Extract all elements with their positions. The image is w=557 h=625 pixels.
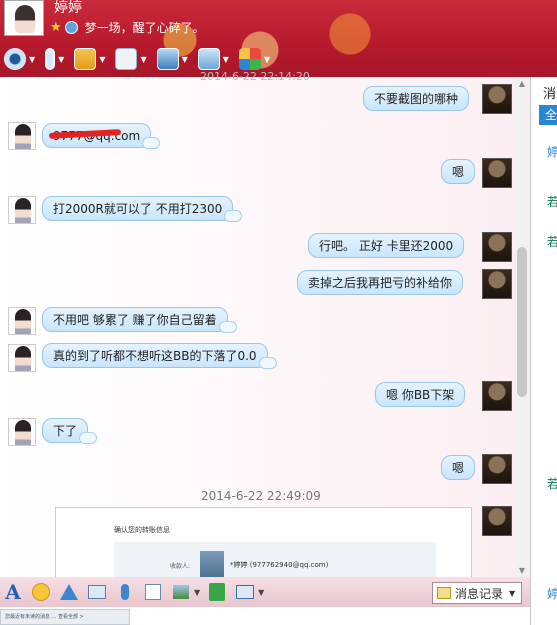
- smiley-icon: [32, 583, 50, 601]
- chevron-down-icon[interactable]: ▼: [140, 55, 146, 64]
- avatar[interactable]: [482, 158, 512, 188]
- contact-nickname[interactable]: 婷婷: [54, 0, 82, 17]
- qq-status-icon: [64, 21, 78, 34]
- chat-scrollbar[interactable]: ▲ ▼: [514, 77, 530, 577]
- pencil-icon: [145, 584, 161, 600]
- sidebar-item[interactable]: 婷: [547, 143, 557, 160]
- chevron-down-icon[interactable]: ▼: [223, 55, 229, 64]
- input-preview-thumbnail: 您最近有未读的消息 ... 查看全部 >: [0, 609, 130, 625]
- message-bubble: 打2000R就可以了 不用打2300: [42, 196, 243, 222]
- scroll-down-icon[interactable]: ▼: [517, 566, 527, 575]
- screenshot-icon: [236, 585, 255, 599]
- red-packet-button[interactable]: [206, 581, 228, 603]
- create-group-button[interactable]: ▼: [115, 46, 147, 72]
- message-bubble: 嗯: [441, 159, 476, 184]
- avatar[interactable]: [8, 418, 36, 446]
- message-bubble: 行吧。 正好 卡里还2000: [308, 233, 465, 258]
- status-row: ★ 梦一场，醒了心碎了。: [50, 19, 205, 36]
- remote-assist-icon: [156, 48, 179, 70]
- screenshot-title: 确认您的转账信息: [114, 526, 170, 534]
- share-screen-icon: [197, 48, 220, 70]
- avatar[interactable]: [8, 196, 36, 224]
- voice-message-button[interactable]: [114, 581, 136, 603]
- file-transfer-button[interactable]: ▼: [74, 46, 105, 72]
- sidebar-item[interactable]: 若: [547, 475, 557, 492]
- sidebar-item[interactable]: 若: [547, 233, 557, 250]
- share-screen-button[interactable]: ▼: [197, 46, 229, 72]
- emoji-button[interactable]: [30, 581, 52, 603]
- chevron-down-icon[interactable]: ▼: [258, 588, 264, 597]
- doodle-button[interactable]: [142, 581, 164, 603]
- chevron-down-icon[interactable]: ▼: [58, 55, 64, 64]
- message-bubble: 真的到了听都不想听这BB的下落了0.0: [42, 343, 277, 369]
- message-bubble: 嗯 你BB下架: [375, 382, 466, 407]
- sidebar-item[interactable]: 婷: [547, 585, 557, 602]
- avatar[interactable]: [482, 232, 512, 262]
- avatar[interactable]: [482, 454, 512, 484]
- font-button[interactable]: A: [2, 580, 24, 604]
- contact-avatar[interactable]: [4, 0, 44, 36]
- message-timestamp: 2014-6-22 22:49:09: [201, 489, 321, 503]
- money-icon: [209, 583, 226, 601]
- microphone-icon: [121, 584, 129, 600]
- video-call-icon: [4, 48, 26, 70]
- avatar[interactable]: [482, 84, 512, 114]
- star-icon: ★: [50, 20, 62, 35]
- history-icon: [437, 587, 451, 599]
- message-history-button[interactable]: 消息记录 ▼: [432, 582, 522, 604]
- avatar[interactable]: [482, 506, 512, 536]
- message-bubble: 嗯: [441, 455, 476, 480]
- chevron-down-icon[interactable]: ▼: [509, 589, 515, 598]
- image-button[interactable]: [170, 581, 192, 603]
- sidebar-tab-all[interactable]: 全: [539, 105, 557, 125]
- shake-button[interactable]: [58, 581, 80, 603]
- chevron-down-icon[interactable]: ▼: [29, 55, 35, 64]
- sidebar-item[interactable]: 若: [547, 193, 557, 210]
- chat-window-header: 婷婷 ★ 梦一场，醒了心碎了。 ▼ ▼ ▼ ▼ ▼ ▼ ▼: [0, 0, 557, 77]
- chevron-down-icon[interactable]: ▼: [194, 588, 200, 597]
- avatar[interactable]: [482, 269, 512, 299]
- screenshot-image-message[interactable]: 确认您的转账信息 收款人: *婷婷 (977762940@qq.com): [55, 507, 472, 582]
- message-bubble: 下了: [42, 418, 98, 444]
- overlay-timestamp: 2014-6-22 22:14:20: [200, 70, 310, 83]
- microphone-icon: [45, 48, 56, 70]
- screenshot-receiver: *婷婷 (977762940@qq.com): [230, 561, 329, 569]
- chevron-down-icon[interactable]: ▼: [99, 55, 105, 64]
- shake-icon: [60, 584, 78, 600]
- chevron-down-icon[interactable]: ▼: [182, 55, 188, 64]
- chevron-down-icon[interactable]: ▼: [264, 55, 270, 64]
- contact-signature: 梦一场，醒了心碎了。: [84, 21, 205, 35]
- remote-assist-button[interactable]: ▼: [156, 46, 188, 72]
- history-label: 消息记录: [455, 586, 504, 601]
- right-sidebar: 消 全 婷 若 若 若 婷: [530, 77, 557, 625]
- scroll-thumb[interactable]: [517, 247, 527, 397]
- scroll-up-icon[interactable]: ▲: [517, 79, 527, 88]
- avatar[interactable]: [8, 307, 36, 335]
- message-bubble: 不用吧 够累了 赚了你自己留着: [42, 307, 237, 333]
- apps-icon: [238, 48, 261, 70]
- image-icon: [173, 585, 189, 599]
- file-transfer-icon: [74, 48, 97, 70]
- voice-call-button[interactable]: ▼: [45, 46, 64, 72]
- apps-button[interactable]: ▼: [238, 46, 270, 72]
- screenshot-label: 收款人:: [170, 563, 191, 570]
- video-call-button[interactable]: ▼: [4, 46, 35, 72]
- message-bubble: 不要截图的哪种: [363, 86, 470, 111]
- avatar[interactable]: [8, 344, 36, 372]
- screenshot-button[interactable]: [234, 581, 256, 603]
- avatar[interactable]: [8, 122, 36, 150]
- avatar[interactable]: [482, 381, 512, 411]
- magic-emoji-button[interactable]: [86, 581, 108, 603]
- create-group-icon: [115, 48, 138, 70]
- message-bubble: 卖掉之后我再把亏的补给你: [297, 270, 464, 295]
- sidebar-title: 消: [543, 87, 557, 102]
- film-icon: [88, 585, 106, 599]
